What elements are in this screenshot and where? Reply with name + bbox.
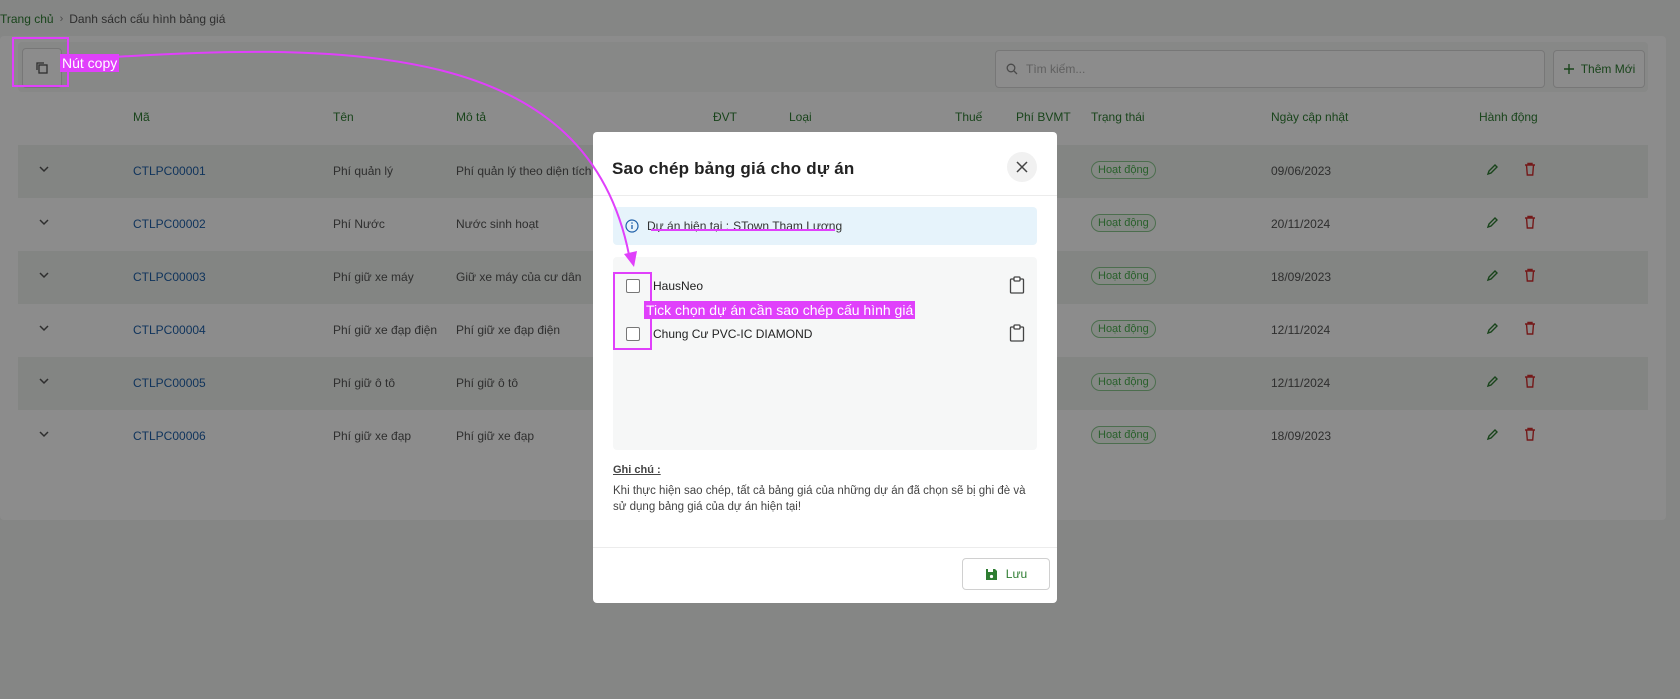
header-divider — [593, 195, 1057, 196]
save-button[interactable]: Lưu — [962, 558, 1050, 590]
note-text: Khi thực hiện sao chép, tất cả bảng giá … — [613, 485, 1026, 513]
project-name: Chung Cư PVC-IC DIAMOND — [653, 327, 813, 341]
project-item: HausNeo — [613, 271, 1037, 301]
project-item: Chung Cư PVC-IC DIAMOND — [613, 319, 1037, 349]
annotation-checkbox-label: Tick chọn dự án cần sao chép cấu hình gi… — [644, 301, 916, 319]
close-icon — [1016, 161, 1028, 173]
current-project-info: Dự án hiện tại : STown Tham Lương — [613, 207, 1037, 245]
save-icon — [985, 568, 997, 580]
modal-title: Sao chép bảng giá cho dự án — [612, 159, 855, 178]
project-name: HausNeo — [653, 279, 704, 293]
copy-price-modal: Sao chép bảng giá cho dự án Dự án hiện t… — [593, 132, 1057, 603]
annotation-copy-label: Nút copy — [60, 54, 120, 72]
note-label: Ghi chú : — [613, 464, 661, 476]
footer-divider — [593, 547, 1057, 548]
clipboard-icon[interactable] — [1009, 324, 1025, 342]
info-icon — [625, 219, 639, 233]
project-list: HausNeo Chung Cư PVC-IC DIAMOND — [613, 257, 1037, 450]
current-project-label: Dự án hiện tại : — [647, 219, 730, 233]
clipboard-icon[interactable] — [1009, 276, 1025, 294]
close-button[interactable] — [1007, 152, 1037, 182]
current-project-value: STown Tham Lương — [733, 219, 843, 233]
save-label: Lưu — [1005, 567, 1028, 581]
